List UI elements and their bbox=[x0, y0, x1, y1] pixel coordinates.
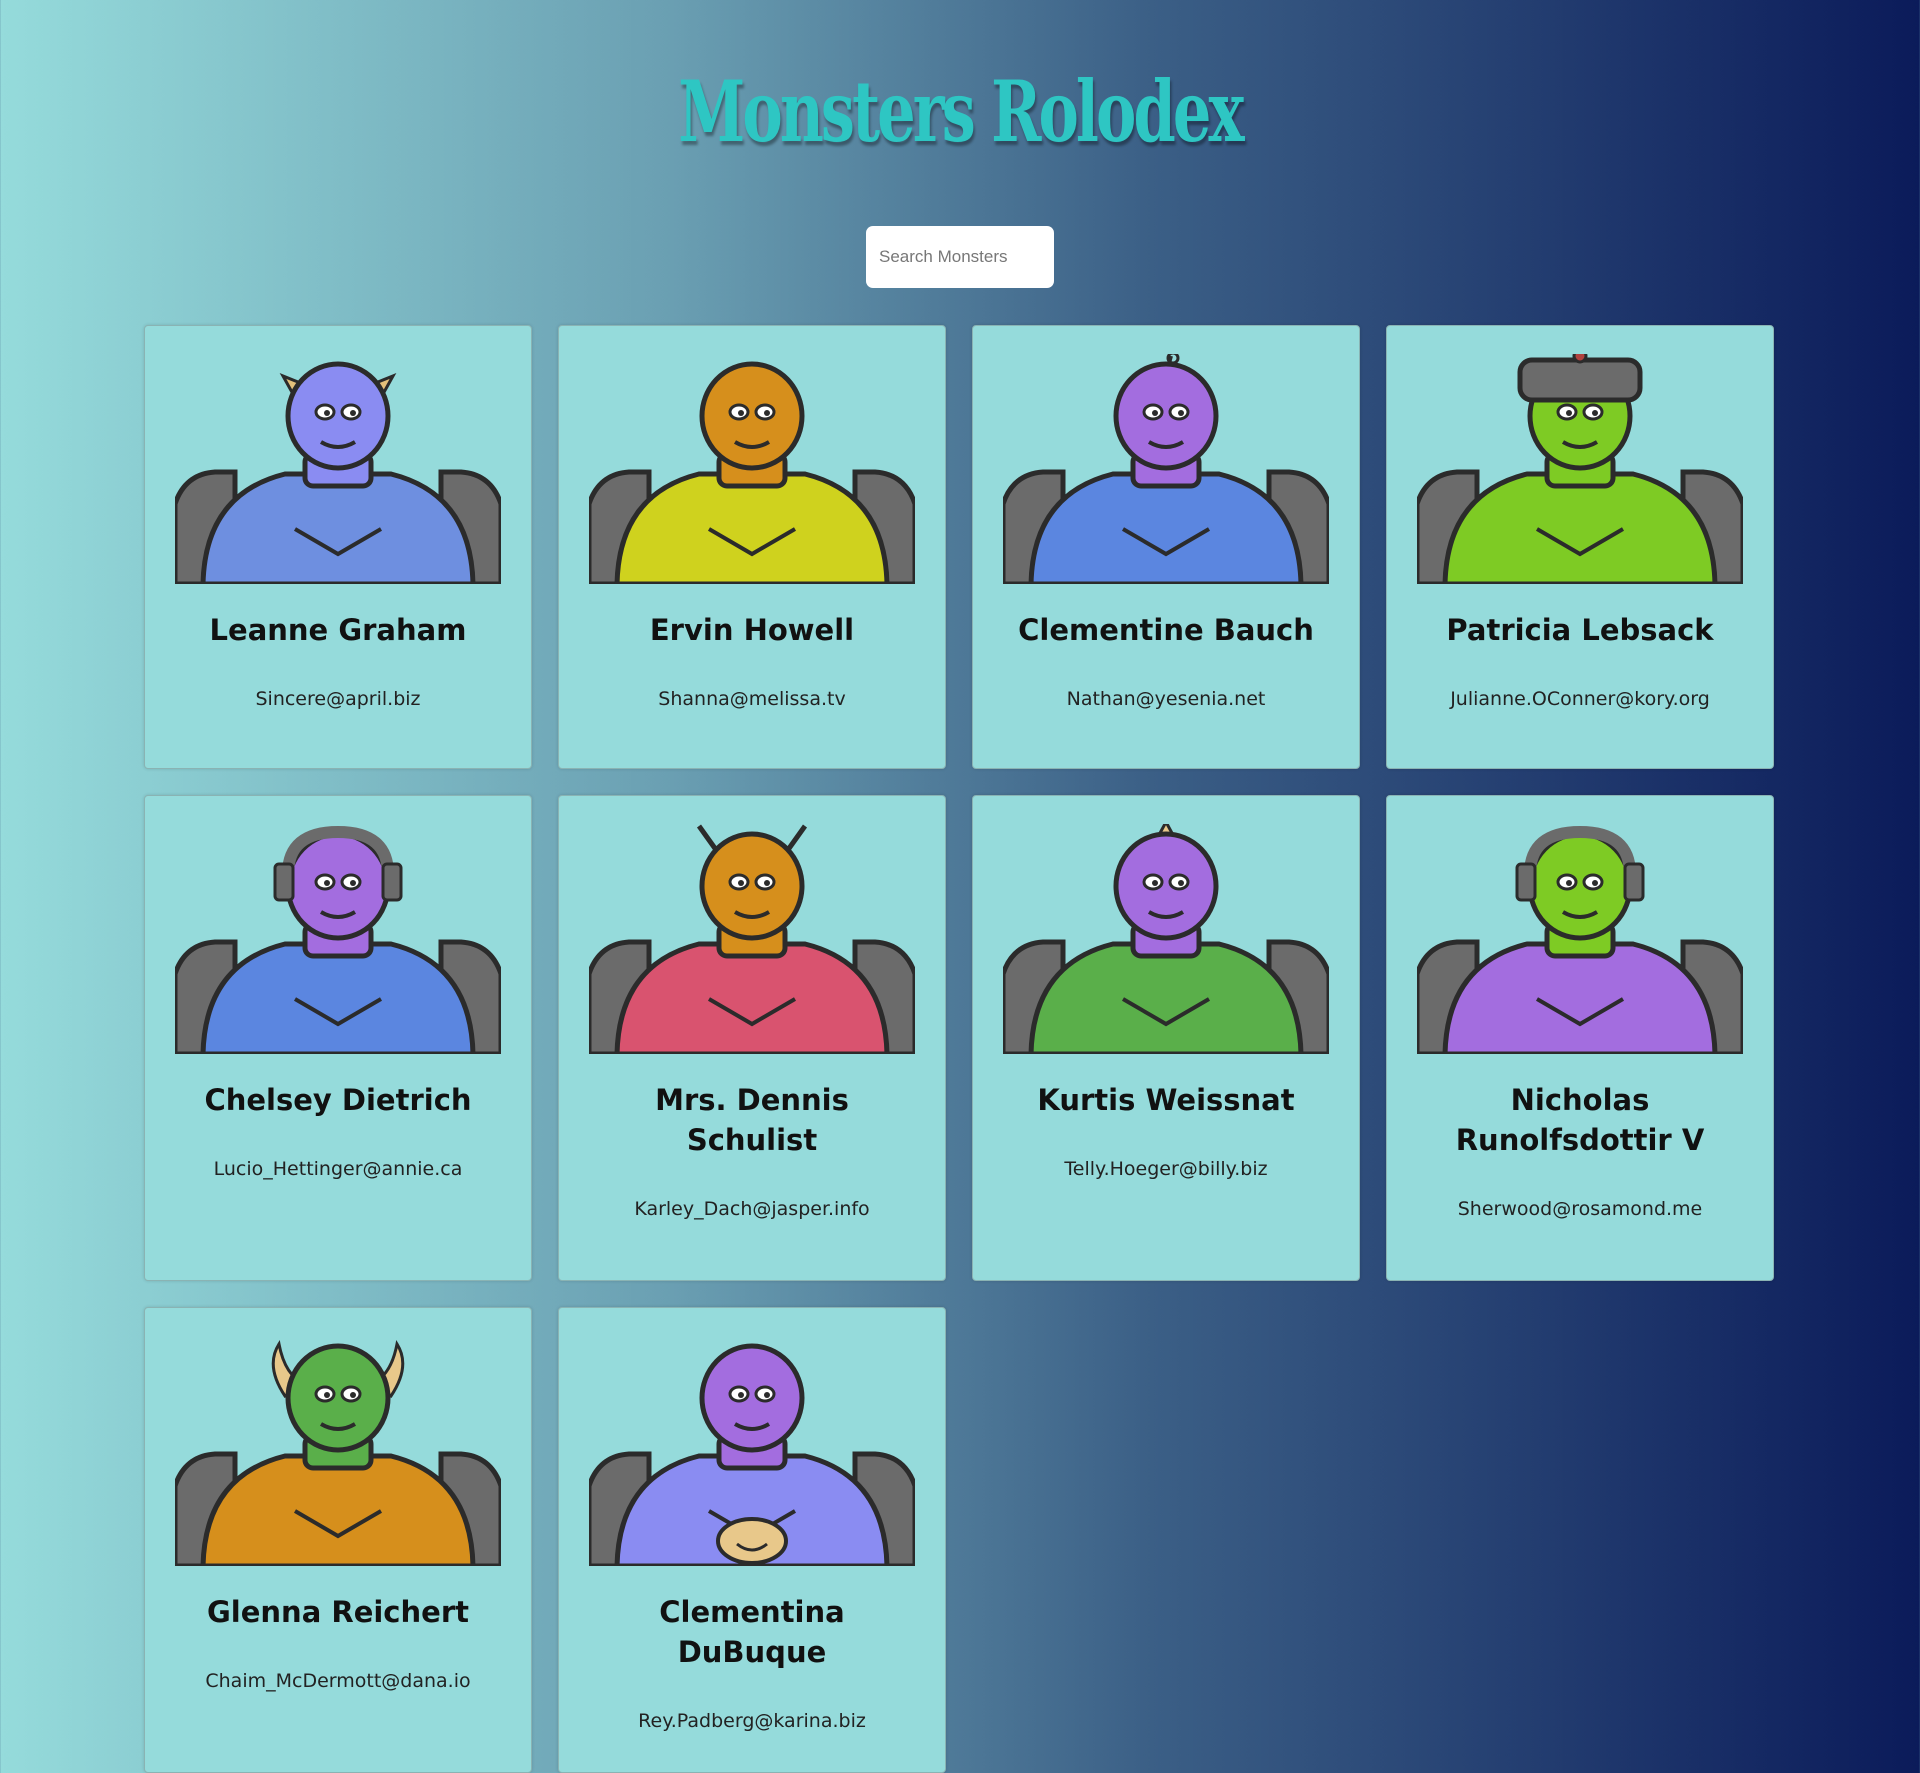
pupil-right bbox=[1592, 410, 1598, 416]
monster-head bbox=[699, 361, 805, 471]
monster-email: Rey.Padberg@karina.biz bbox=[638, 1710, 866, 1732]
monster-email: Sincere@april.biz bbox=[255, 688, 421, 710]
monster-card[interactable]: Kurtis Weissnat Telly.Hoeger@billy.biz bbox=[972, 795, 1360, 1281]
monster-avatar bbox=[1417, 825, 1743, 1054]
pupil-right bbox=[350, 880, 356, 886]
monster-card[interactable]: Mrs. Dennis Schulist Karley_Dach@jasper.… bbox=[558, 795, 946, 1281]
helmet-knob bbox=[1572, 354, 1588, 364]
monster-name: Patricia Lebsack bbox=[1446, 613, 1714, 647]
monster-body bbox=[1442, 941, 1718, 1054]
monster-head bbox=[699, 831, 805, 941]
headphone-left bbox=[1515, 862, 1537, 902]
monster-head bbox=[285, 1343, 391, 1453]
monster-name: Kurtis Weissnat bbox=[1037, 1083, 1295, 1117]
monster-card[interactable]: Patricia Lebsack Julianne.OConner@kory.o… bbox=[1386, 325, 1774, 769]
monster-name: Nicholas Runolfsdottir V bbox=[1455, 1083, 1705, 1157]
monster-name: Ervin Howell bbox=[649, 613, 855, 647]
pupil-left bbox=[1152, 410, 1158, 416]
monster-card[interactable]: Chelsey Dietrich Lucio_Hettinger@annie.c… bbox=[144, 795, 532, 1281]
monster-avatar bbox=[589, 361, 915, 584]
monster-card[interactable]: Leanne Graham Sincere@april.biz bbox=[144, 325, 532, 769]
monster-body bbox=[1442, 471, 1718, 584]
monster-email: Karley_Dach@jasper.info bbox=[634, 1198, 870, 1220]
monster-head bbox=[699, 1343, 805, 1453]
app: Monsters Rolodex Leanne Graham Sincere@a… bbox=[0, 0, 1920, 1773]
pupil-right bbox=[764, 1392, 770, 1398]
monster-body bbox=[1028, 471, 1304, 584]
pupil-right bbox=[350, 1392, 356, 1398]
pupil-left bbox=[324, 410, 330, 416]
monster-name: Leanne Graham bbox=[209, 613, 467, 647]
monster-email: Lucio_Hettinger@annie.ca bbox=[213, 1158, 463, 1180]
monster-name: Chelsey Dietrich bbox=[204, 1083, 472, 1117]
monster-email: Chaim_McDermott@dana.io bbox=[205, 1670, 471, 1692]
page-title: Monsters Rolodex bbox=[678, 62, 1244, 161]
headphone-left bbox=[273, 862, 295, 902]
monster-head bbox=[285, 831, 391, 941]
card-list: Leanne Graham Sincere@april.biz Ervin Ho… bbox=[144, 325, 1776, 1773]
smiley-badge bbox=[716, 1517, 788, 1565]
monster-head bbox=[1113, 831, 1219, 941]
monster-body bbox=[614, 941, 890, 1054]
monster-head bbox=[1527, 831, 1633, 941]
monster-email: Sherwood@rosamond.me bbox=[1457, 1198, 1703, 1220]
headphone-right bbox=[381, 862, 403, 902]
pupil-left bbox=[324, 880, 330, 886]
pupil-left bbox=[738, 880, 744, 886]
headphone-right bbox=[1623, 862, 1645, 902]
monster-avatar bbox=[175, 1339, 501, 1566]
pupil-right bbox=[1178, 880, 1184, 886]
search-input[interactable] bbox=[866, 226, 1054, 288]
pupil-right bbox=[350, 410, 356, 416]
monster-head bbox=[1113, 361, 1219, 471]
monster-card[interactable]: Clementine Bauch Nathan@yesenia.net bbox=[972, 325, 1360, 769]
monster-body bbox=[200, 1453, 476, 1566]
monster-email: Julianne.OConner@kory.org bbox=[1450, 688, 1710, 710]
monster-email: Telly.Hoeger@billy.biz bbox=[1064, 1158, 1268, 1180]
pupil-left bbox=[738, 1392, 744, 1398]
monster-avatar bbox=[1417, 354, 1743, 584]
monster-name: Mrs. Dennis Schulist bbox=[655, 1083, 849, 1157]
monster-body bbox=[200, 471, 476, 584]
monster-card[interactable]: Nicholas Runolfsdottir V Sherwood@rosamo… bbox=[1386, 795, 1774, 1281]
monster-body bbox=[200, 941, 476, 1054]
monster-avatar bbox=[1003, 824, 1329, 1054]
monster-body bbox=[1028, 941, 1304, 1054]
monster-name: Clementina DuBuque bbox=[659, 1595, 845, 1669]
pupil-left bbox=[1152, 880, 1158, 886]
pupil-right bbox=[1592, 880, 1598, 886]
monster-email: Nathan@yesenia.net bbox=[1066, 688, 1266, 710]
monster-avatar bbox=[175, 825, 501, 1054]
monster-avatar bbox=[589, 824, 915, 1054]
pupil-right bbox=[764, 410, 770, 416]
monster-avatar bbox=[589, 1343, 915, 1566]
helmet bbox=[1517, 357, 1643, 403]
pupil-left bbox=[324, 1392, 330, 1398]
pupil-left bbox=[1566, 880, 1572, 886]
pupil-left bbox=[1566, 410, 1572, 416]
monster-head bbox=[285, 361, 391, 471]
monster-name: Clementine Bauch bbox=[1018, 613, 1314, 647]
monster-email: Shanna@melissa.tv bbox=[658, 688, 846, 710]
pupil-left bbox=[738, 410, 744, 416]
monster-card[interactable]: Glenna Reichert Chaim_McDermott@dana.io bbox=[144, 1307, 532, 1773]
pupil-right bbox=[1178, 410, 1184, 416]
monster-avatar bbox=[1003, 354, 1329, 584]
monster-body bbox=[614, 471, 890, 584]
monster-card[interactable]: Clementina DuBuque Rey.Padberg@karina.bi… bbox=[558, 1307, 946, 1773]
monster-card[interactable]: Ervin Howell Shanna@melissa.tv bbox=[558, 325, 946, 769]
monster-avatar bbox=[175, 361, 501, 584]
monster-name: Glenna Reichert bbox=[207, 1595, 469, 1629]
pupil-right bbox=[764, 880, 770, 886]
